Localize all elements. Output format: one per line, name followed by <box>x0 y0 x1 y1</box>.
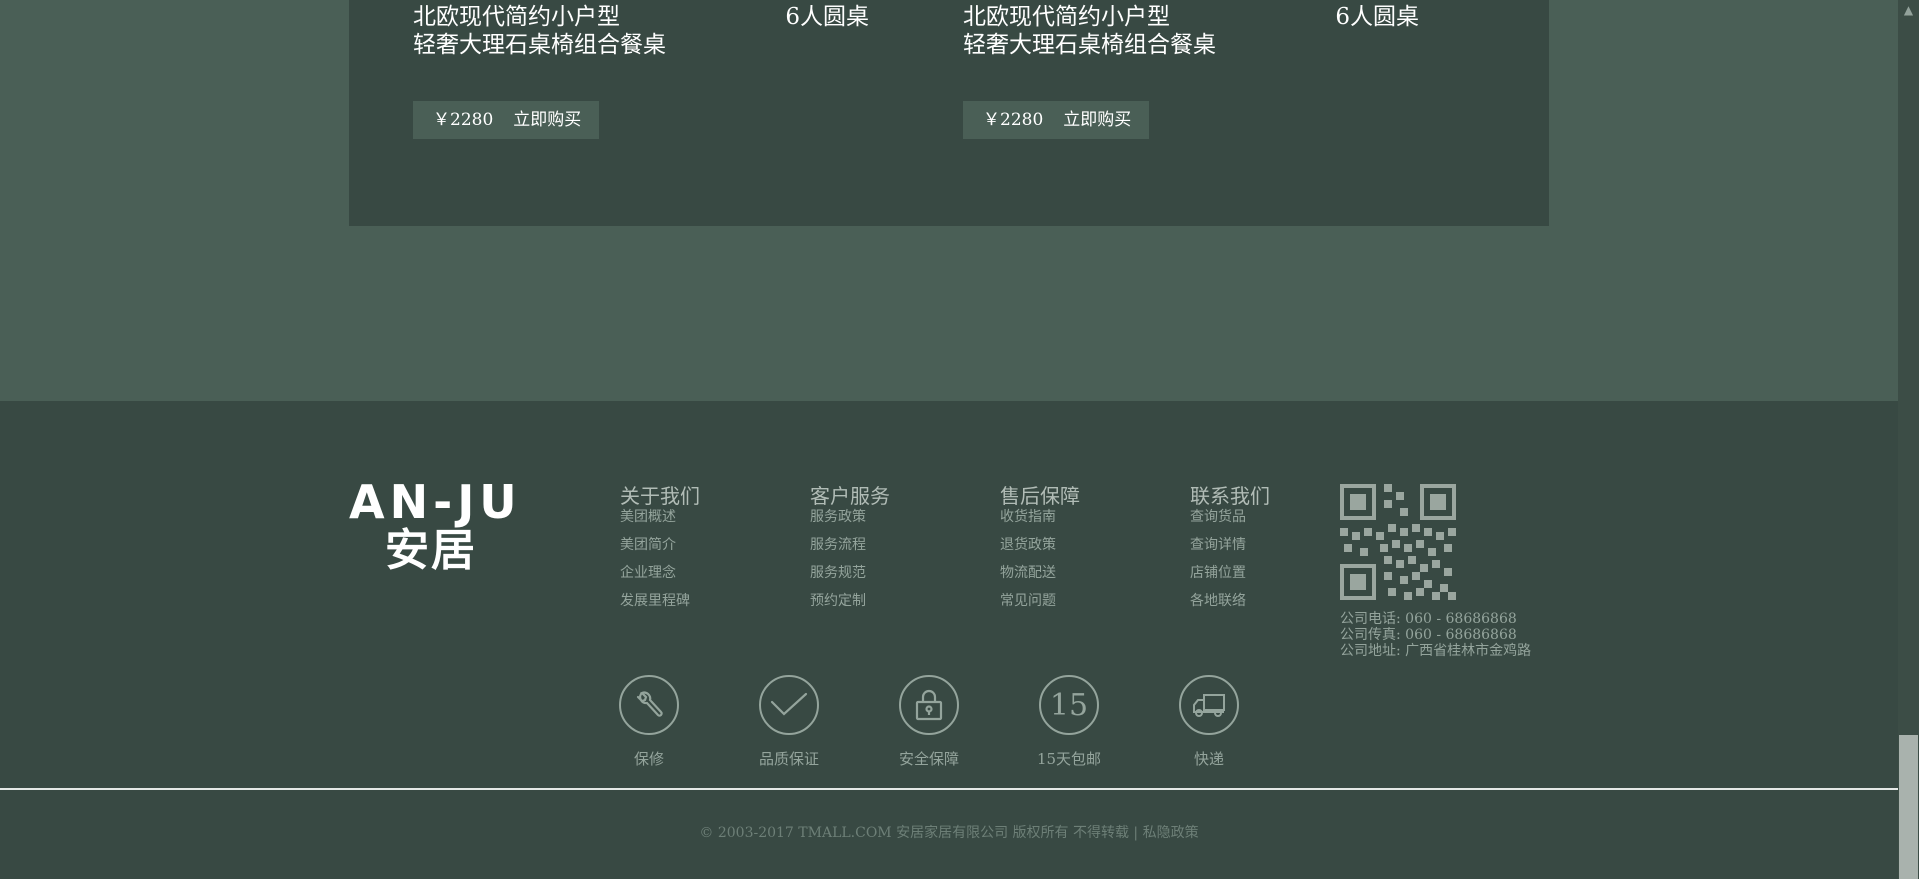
scroll-up-arrow-icon[interactable]: ▲ <box>1898 0 1919 21</box>
footer-link[interactable]: 预约定制 <box>810 587 960 615</box>
page: 北欧现代简约小户型 轻奢大理石桌椅组合餐桌 6人圆桌 ￥2280 立即购买 北欧… <box>0 0 1898 879</box>
footer-link[interactable]: 企业理念 <box>620 559 770 587</box>
logo-text-cn: 安居 <box>385 525 477 576</box>
service-free-shipping[interactable]: 15 15天包邮 <box>1019 675 1119 769</box>
footer-link[interactable]: 店铺位置 <box>1190 559 1340 587</box>
fifteen-icon: 15 <box>1039 675 1099 735</box>
buy-box[interactable]: ￥2280 立即购买 <box>413 101 599 139</box>
product-title-line1: 北欧现代简约小户型 <box>963 4 1170 30</box>
footer-column-about: 关于我们 美团概述 美团简介 企业理念 发展里程碑 <box>620 484 770 615</box>
product-panel: 北欧现代简约小户型 轻奢大理石桌椅组合餐桌 6人圆桌 ￥2280 立即购买 北欧… <box>349 0 1549 226</box>
contact-fax: 公司传真: 060 - 68686868 <box>1340 627 1517 643</box>
vertical-scrollbar[interactable]: ▲ <box>1898 0 1919 879</box>
truck-icon <box>1179 675 1239 735</box>
scrollbar-thumb[interactable] <box>1899 735 1918 879</box>
product-title-line1: 北欧现代简约小户型 <box>413 4 620 30</box>
footer-link[interactable]: 物流配送 <box>1000 559 1150 587</box>
footer-link[interactable]: 退货政策 <box>1000 531 1150 559</box>
footer-link[interactable]: 发展里程碑 <box>620 587 770 615</box>
lock-icon <box>899 675 959 735</box>
product-title-line2: 轻奢大理石桌椅组合餐桌 <box>963 32 1216 58</box>
product-price: ￥2280 <box>433 110 494 130</box>
service-quality[interactable]: 品质保证 <box>739 675 839 769</box>
product-size: 6人圆桌 <box>1335 4 1419 30</box>
service-express[interactable]: 快递 <box>1159 675 1259 769</box>
service-label: 安全保障 <box>898 750 959 768</box>
footer: AN-JU 安居 关于我们 美团概述 美团简介 企业理念 发展里程碑 客户服务 … <box>0 401 1898 879</box>
service-label: 15天包邮 <box>1036 750 1102 768</box>
footer-link[interactable]: 查询详情 <box>1190 531 1340 559</box>
check-icon <box>759 675 819 735</box>
footer-column-aftersales: 售后保障 收货指南 退货政策 物流配送 常见问题 <box>1000 484 1150 615</box>
buy-now-button[interactable]: 立即购买 <box>1063 101 1131 139</box>
footer-link[interactable]: 服务规范 <box>810 559 960 587</box>
footer-column-contact: 联系我们 查询货品 查询详情 店铺位置 各地联络 <box>1190 484 1340 615</box>
contact-info: 公司电话: 060 - 68686868 公司传真: 060 - 6868686… <box>1340 611 1531 659</box>
copyright-text: © 2003-2017 TMALL.COM 安居家居有限公司 版权所有 不得转载… <box>699 825 1199 841</box>
footer-link[interactable]: 服务流程 <box>810 531 960 559</box>
footer-link[interactable]: 常见问题 <box>1000 587 1150 615</box>
footer-link[interactable]: 美团简介 <box>620 531 770 559</box>
service-label: 保修 <box>633 750 664 768</box>
buy-now-button[interactable]: 立即购买 <box>513 101 581 139</box>
contact-address: 公司地址: 广西省桂林市金鸡路 <box>1340 643 1532 659</box>
footer-divider <box>0 788 1898 790</box>
product-card[interactable]: 北欧现代简约小户型 轻奢大理石桌椅组合餐桌 6人圆桌 ￥2280 立即购买 <box>899 0 1419 150</box>
service-label: 品质保证 <box>758 750 819 768</box>
product-card[interactable]: 北欧现代简约小户型 轻奢大理石桌椅组合餐桌 6人圆桌 ￥2280 立即购买 <box>349 0 869 150</box>
product-price: ￥2280 <box>983 110 1044 130</box>
service-security[interactable]: 安全保障 <box>879 675 979 769</box>
service-warranty[interactable]: 保修 <box>599 675 699 769</box>
product-title-line2: 轻奢大理石桌椅组合餐桌 <box>413 32 666 58</box>
logo-text-en: AN-JU <box>349 475 522 529</box>
qr-code-icon <box>1340 484 1456 600</box>
contact-phone: 公司电话: 060 - 68686868 <box>1340 611 1517 627</box>
footer-column-service: 客户服务 服务政策 服务流程 服务规范 预约定制 <box>810 484 960 615</box>
product-size: 6人圆桌 <box>785 4 869 30</box>
buy-box[interactable]: ￥2280 立即购买 <box>963 101 1149 139</box>
footer-link[interactable]: 各地联络 <box>1190 587 1340 615</box>
service-label: 快递 <box>1193 750 1224 768</box>
wrench-icon <box>619 675 679 735</box>
product-section: 北欧现代简约小户型 轻奢大理石桌椅组合餐桌 6人圆桌 ￥2280 立即购买 北欧… <box>0 0 1898 401</box>
